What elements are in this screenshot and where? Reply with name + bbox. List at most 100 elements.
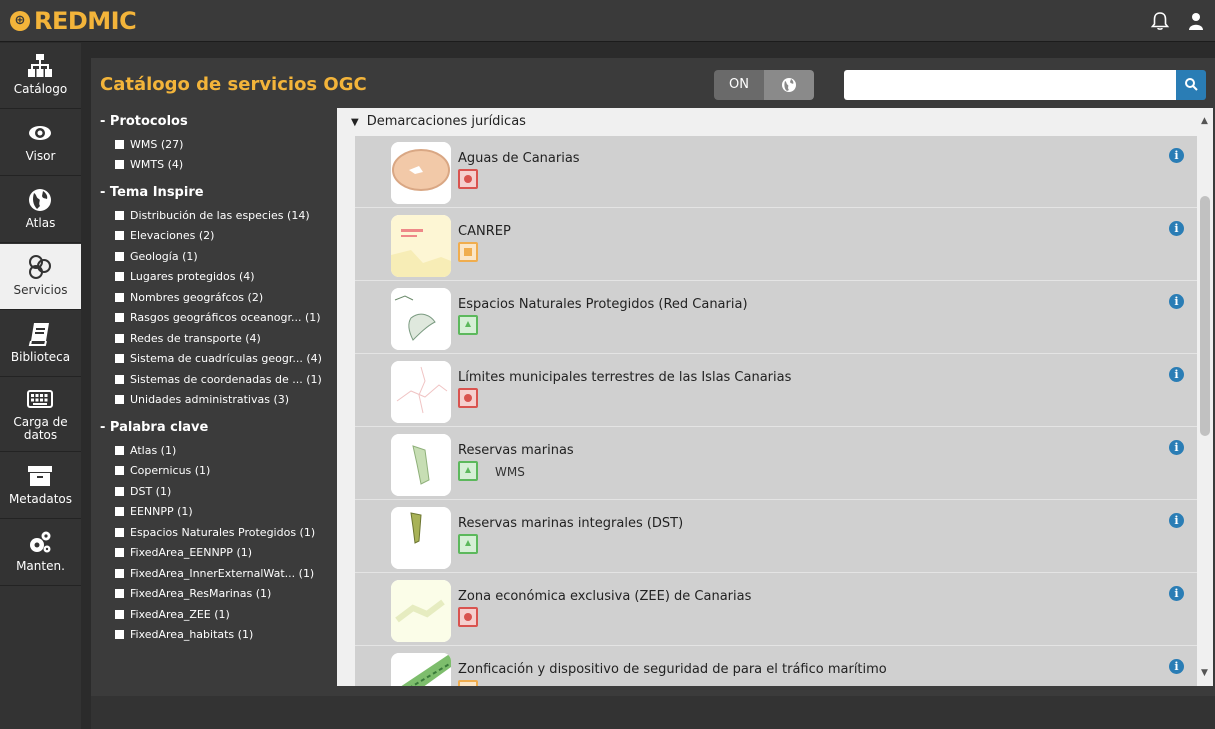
checkbox[interactable] bbox=[115, 609, 124, 619]
filter-item[interactable]: FixedArea_habitats (1) bbox=[100, 625, 338, 646]
search-input[interactable] bbox=[844, 70, 1176, 100]
info-icon[interactable]: i bbox=[1169, 294, 1184, 309]
nav-item-carga-datos[interactable]: Carga de datos bbox=[0, 378, 81, 452]
checkbox[interactable] bbox=[115, 527, 124, 537]
info-icon[interactable]: i bbox=[1169, 513, 1184, 528]
filter-label: Nombres geográfcos (2) bbox=[130, 290, 264, 304]
checkbox[interactable] bbox=[115, 395, 124, 405]
scrollbar-thumb[interactable] bbox=[1200, 196, 1210, 436]
layer-title[interactable]: Zonficación y dispositivo de seguridad d… bbox=[458, 662, 887, 677]
list-item[interactable]: Reservas marinas WMS i bbox=[355, 428, 1197, 500]
layer-title[interactable]: CANREP bbox=[458, 224, 511, 239]
filter-item[interactable]: Atlas (1) bbox=[100, 440, 338, 461]
checkbox[interactable] bbox=[115, 445, 124, 455]
filter-label: WMTS (4) bbox=[130, 158, 184, 172]
list-item[interactable]: Límites municipales terrestres de las Is… bbox=[355, 355, 1197, 427]
layer-title[interactable]: Espacios Naturales Protegidos (Red Canar… bbox=[458, 297, 748, 312]
filter-item[interactable]: FixedArea_ResMarinas (1) bbox=[100, 584, 338, 605]
globe-toggle-icon[interactable] bbox=[764, 70, 814, 100]
checkbox[interactable] bbox=[115, 589, 124, 599]
list-item[interactable]: CANREP i bbox=[355, 209, 1197, 281]
checkbox[interactable] bbox=[115, 548, 124, 558]
bell-icon[interactable] bbox=[1149, 10, 1171, 32]
app-logo[interactable]: ⊕ REDMIC bbox=[10, 6, 137, 36]
scrollbar[interactable]: ▲ ▼ bbox=[1197, 108, 1213, 686]
nav-item-biblioteca[interactable]: Biblioteca bbox=[0, 311, 81, 377]
filter-item[interactable]: DST (1) bbox=[100, 481, 338, 502]
caret-down-icon: ▼ bbox=[351, 117, 359, 128]
filter-item[interactable]: FixedArea_EENNPP (1) bbox=[100, 543, 338, 564]
filter-item[interactable]: Sistema de cuadrículas geogr... (4) bbox=[100, 349, 338, 370]
filter-item[interactable]: WMS (27) bbox=[100, 134, 338, 155]
filter-item[interactable]: Unidades administrativas (3) bbox=[100, 390, 338, 411]
filter-item[interactable]: Redes de transporte (4) bbox=[100, 328, 338, 349]
checkbox[interactable] bbox=[115, 333, 124, 343]
checkbox[interactable] bbox=[115, 568, 124, 578]
filter-label: FixedArea_ZEE (1) bbox=[130, 607, 230, 621]
filter-item[interactable]: FixedArea_ZEE (1) bbox=[100, 604, 338, 625]
checkbox[interactable] bbox=[115, 292, 124, 302]
layer-title[interactable]: Zona económica exclusiva (ZEE) de Canari… bbox=[458, 589, 751, 604]
nav-item-visor[interactable]: Visor bbox=[0, 110, 81, 176]
info-icon[interactable]: i bbox=[1169, 659, 1184, 674]
info-icon[interactable]: i bbox=[1169, 367, 1184, 382]
filter-group-title[interactable]: - Protocolos bbox=[100, 114, 338, 129]
scroll-up-icon[interactable]: ▲ bbox=[1201, 116, 1208, 126]
toggle-on-label[interactable]: ON bbox=[714, 70, 764, 100]
nav-item-manten[interactable]: Manten. bbox=[0, 520, 81, 586]
checkbox[interactable] bbox=[115, 251, 124, 261]
list-item[interactable]: Reservas marinas integrales (DST) i bbox=[355, 501, 1197, 573]
info-icon[interactable]: i bbox=[1169, 221, 1184, 236]
checkbox[interactable] bbox=[115, 231, 124, 241]
filter-label: Lugares protegidos (4) bbox=[130, 270, 255, 284]
nav-item-metadatos[interactable]: Metadatos bbox=[0, 453, 81, 519]
checkbox[interactable] bbox=[115, 374, 124, 384]
layer-title[interactable]: Aguas de Canarias bbox=[458, 151, 580, 166]
filter-item[interactable]: Rasgos geográficos oceanogr... (1) bbox=[100, 308, 338, 329]
filter-item[interactable]: Nombres geográfcos (2) bbox=[100, 287, 338, 308]
filter-item[interactable]: Espacios Naturales Protegidos (1) bbox=[100, 522, 338, 543]
info-icon[interactable]: i bbox=[1169, 440, 1184, 455]
checkbox[interactable] bbox=[115, 139, 124, 149]
checkbox[interactable] bbox=[115, 630, 124, 640]
list-item[interactable]: Zonficación y dispositivo de seguridad d… bbox=[355, 647, 1197, 686]
filter-item[interactable]: Elevaciones (2) bbox=[100, 226, 338, 247]
filter-item[interactable]: Distribución de las especies (14) bbox=[100, 205, 338, 226]
info-icon[interactable]: i bbox=[1169, 148, 1184, 163]
nav-label: Biblioteca bbox=[10, 350, 71, 364]
filter-item[interactable]: Geología (1) bbox=[100, 246, 338, 267]
filter-item[interactable]: FixedArea_InnerExternalWat... (1) bbox=[100, 563, 338, 584]
nav-item-servicios[interactable]: Servicios bbox=[0, 244, 81, 310]
filter-item[interactable]: Lugares protegidos (4) bbox=[100, 267, 338, 288]
layer-title[interactable]: Reservas marinas integrales (DST) bbox=[458, 516, 683, 531]
checkbox[interactable] bbox=[115, 210, 124, 220]
filter-group-title[interactable]: - Tema Inspire bbox=[100, 185, 338, 200]
layer-title[interactable]: Límites municipales terrestres de las Is… bbox=[458, 370, 791, 385]
info-icon[interactable]: i bbox=[1169, 586, 1184, 601]
filter-item[interactable]: WMTS (4) bbox=[100, 155, 338, 176]
checkbox[interactable] bbox=[115, 466, 124, 476]
checkbox[interactable] bbox=[115, 272, 124, 282]
list-item[interactable]: Zona económica exclusiva (ZEE) de Canari… bbox=[355, 574, 1197, 646]
checkbox[interactable] bbox=[115, 160, 124, 170]
filter-group-title[interactable]: - Palabra clave bbox=[100, 420, 338, 435]
user-icon[interactable] bbox=[1185, 10, 1207, 32]
layer-title[interactable]: Reservas marinas bbox=[458, 443, 574, 458]
page-title: Catálogo de servicios OGC bbox=[100, 74, 367, 95]
checkbox[interactable] bbox=[115, 354, 124, 364]
filter-label: Unidades administrativas (3) bbox=[130, 393, 290, 407]
list-item[interactable]: Espacios Naturales Protegidos (Red Canar… bbox=[355, 282, 1197, 354]
checkbox[interactable] bbox=[115, 486, 124, 496]
ogc-toggle[interactable]: ON bbox=[714, 70, 814, 100]
filter-item[interactable]: Copernicus (1) bbox=[100, 461, 338, 482]
nav-item-catalogo[interactable]: Catálogo bbox=[0, 43, 81, 109]
nav-item-atlas[interactable]: Atlas bbox=[0, 177, 81, 243]
checkbox[interactable] bbox=[115, 507, 124, 517]
checkbox[interactable] bbox=[115, 313, 124, 323]
filter-item[interactable]: Sistemas de coordenadas de ... (1) bbox=[100, 369, 338, 390]
search-button[interactable] bbox=[1176, 70, 1206, 100]
filter-item[interactable]: EENNPP (1) bbox=[100, 502, 338, 523]
group-header[interactable]: ▼ Demarcaciones jurídicas bbox=[337, 108, 1197, 136]
list-item[interactable]: Aguas de Canarias i bbox=[355, 136, 1197, 208]
scroll-down-icon[interactable]: ▼ bbox=[1201, 668, 1208, 678]
